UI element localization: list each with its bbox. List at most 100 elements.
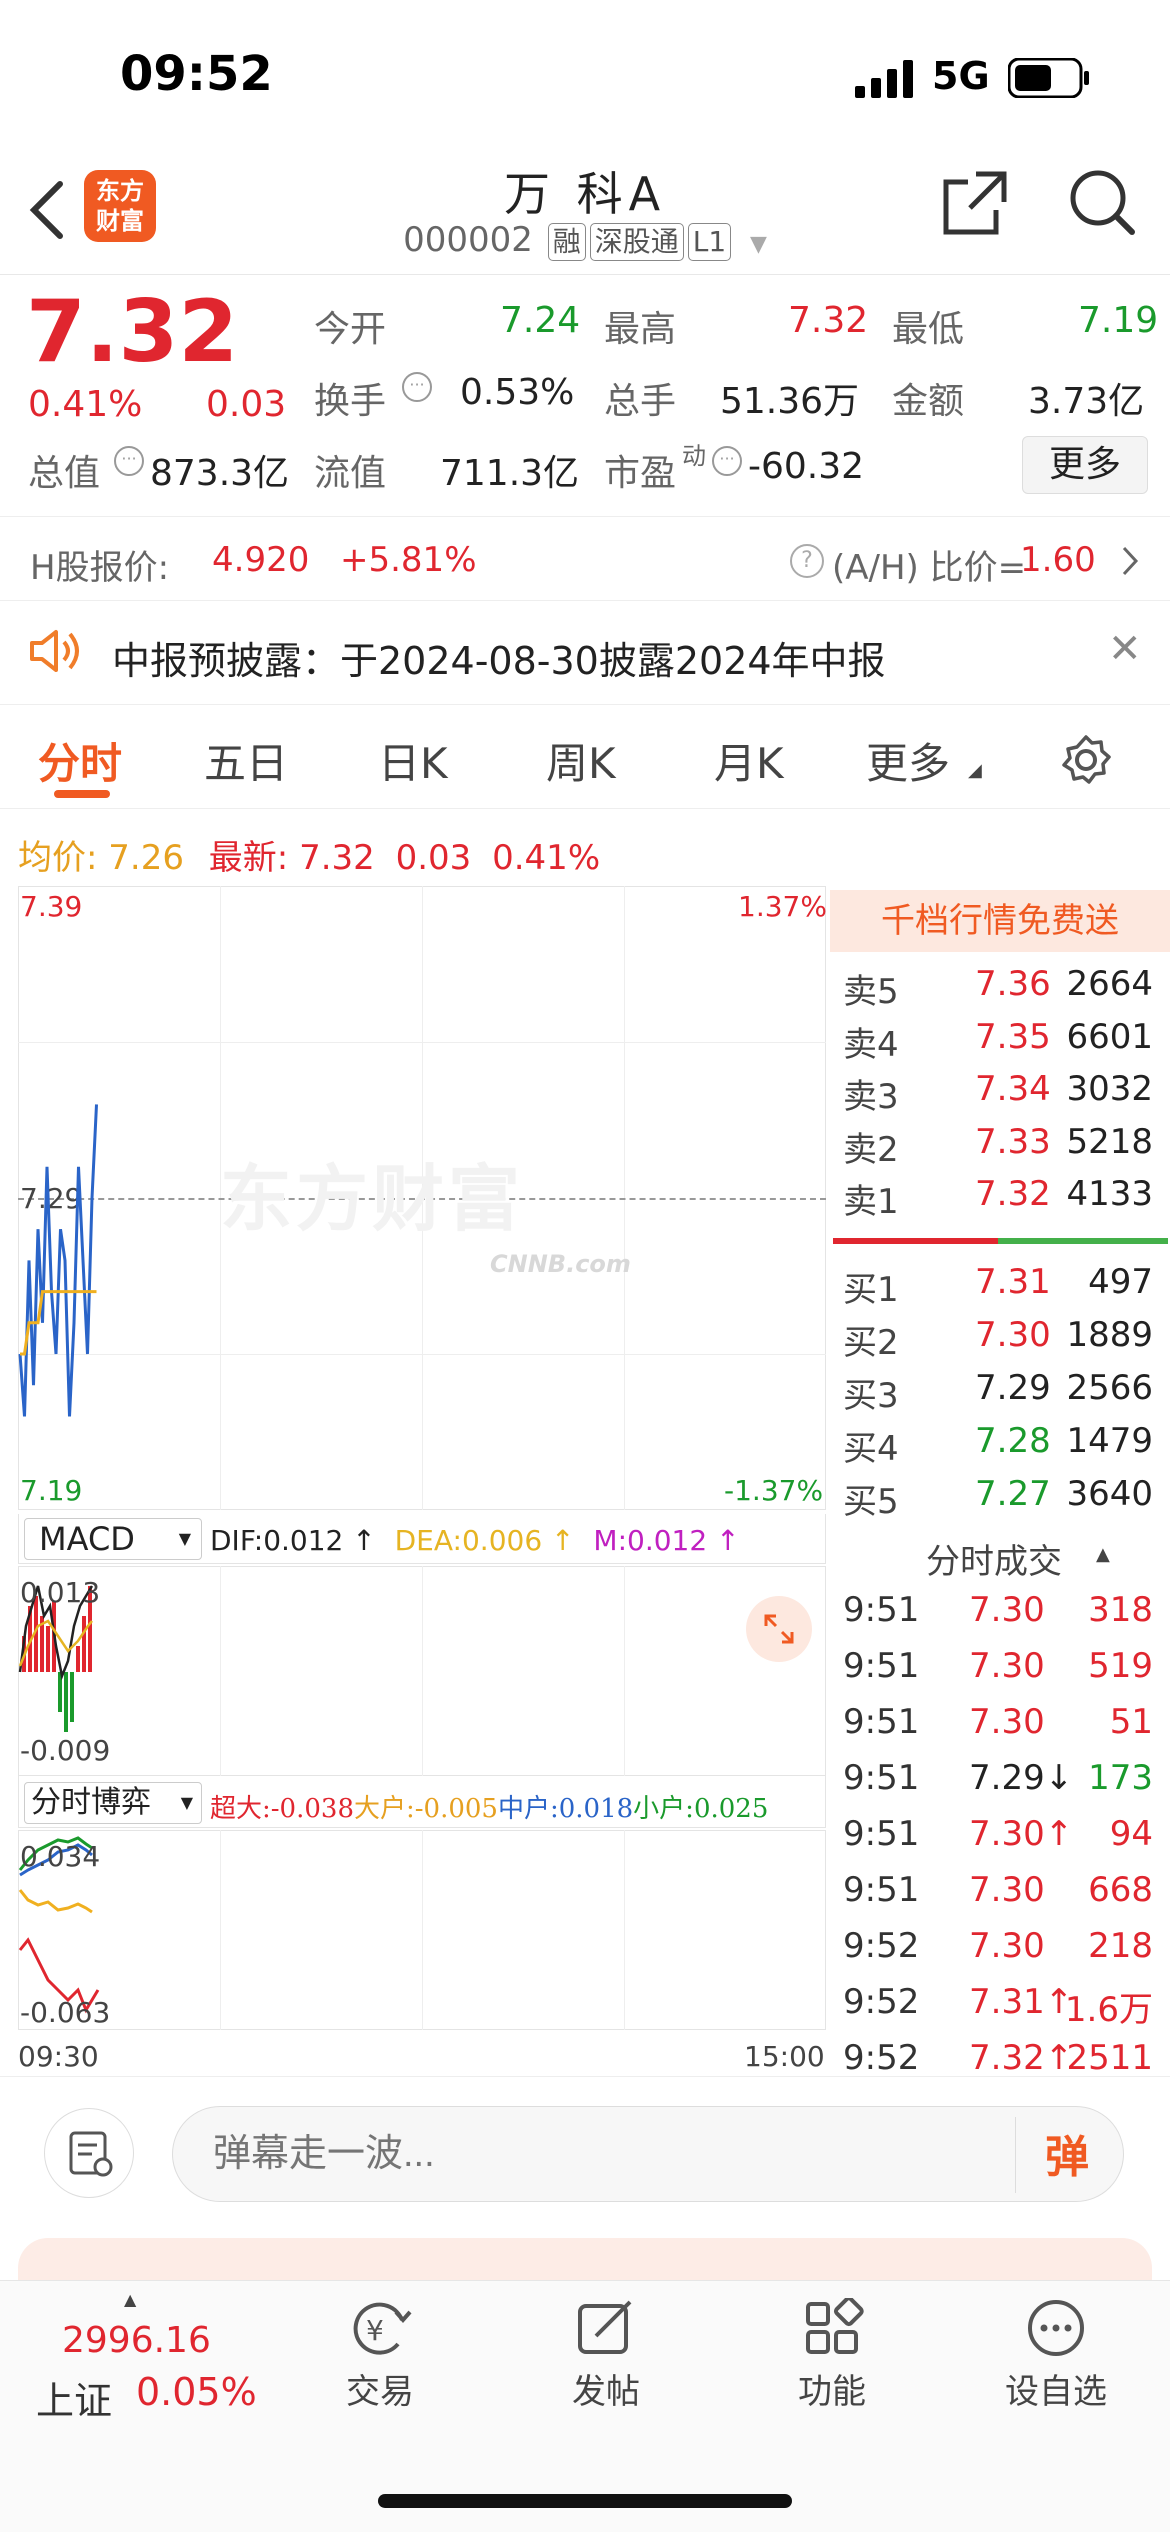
amount-label: 金额	[892, 381, 965, 422]
trade-time: 9:51	[843, 1646, 920, 1686]
notes-button[interactable]	[44, 2108, 134, 2198]
super-value: -0.038	[270, 1794, 354, 1824]
dea-value: 0.006 ↑	[461, 1524, 575, 1557]
chevron-down-icon: ▼	[178, 1529, 191, 1548]
status-time: 09:52	[120, 46, 273, 102]
close-icon[interactable]: ✕	[1108, 626, 1142, 672]
chevron-up-icon[interactable]: ▲	[1096, 1544, 1110, 1565]
trade-price: 7.30	[969, 1646, 1045, 1686]
trade-time: 9:51	[843, 1590, 920, 1630]
info-icon[interactable]: ···	[402, 372, 432, 402]
super-label: 超大:	[210, 1794, 271, 1824]
danmaku-input[interactable]	[213, 2125, 973, 2183]
send-danmaku-button[interactable]: 弹	[1045, 2121, 1089, 2185]
gear-icon[interactable]	[1060, 734, 1112, 786]
trade-row: 9:51 7.30 51	[843, 1702, 1163, 1758]
orderbook-label: 买3	[843, 1376, 899, 1416]
orderbook-label: 买5	[843, 1482, 899, 1522]
small-label: 小户:	[633, 1794, 694, 1824]
danmaku-input-wrap[interactable]: 弹	[172, 2106, 1124, 2202]
avg-value: 7.26	[108, 838, 184, 878]
orderbook-vol: 4133	[1066, 1174, 1153, 1214]
info-icon[interactable]: ···	[712, 446, 742, 476]
battery-icon	[1008, 58, 1089, 98]
stock-header: 东方 财富 万 科A 000002 融深股通 L1 ▼	[0, 150, 1170, 275]
latest-label: 最新:	[208, 838, 289, 878]
index-pct: 0.05%	[136, 2370, 257, 2414]
orderbook-label: 卖1	[843, 1182, 899, 1222]
ask-depth-bar	[833, 1238, 998, 1244]
ask-row[interactable]: 卖4 7.35 6601	[843, 1017, 1163, 1069]
ah-ratio-label: (A/H) 比价=	[832, 548, 1027, 588]
orderbook-price: 7.30	[975, 1315, 1051, 1355]
stock-code: 000002	[403, 220, 533, 260]
macd-selector[interactable]: MACD ▼	[24, 1518, 202, 1560]
divider	[0, 704, 1170, 705]
more-button[interactable]: 更多	[1022, 436, 1148, 494]
tab-5day[interactable]: 五日	[204, 730, 288, 791]
trade-price: 7.31↑	[969, 1982, 1074, 2022]
info-icon[interactable]: ···	[114, 446, 144, 476]
latest-change-pct: 0.41%	[492, 838, 601, 878]
trade-icon: ¥	[353, 2302, 412, 2355]
orderbook-vol: 497	[1088, 1262, 1153, 1302]
more-dots-icon	[1028, 2300, 1084, 2356]
orderbook-vol: 1889	[1066, 1315, 1153, 1355]
trade-price: 7.29↓	[969, 1758, 1074, 1798]
bid-row[interactable]: 买3 7.29 2566	[843, 1368, 1163, 1420]
expand-button[interactable]	[746, 1596, 812, 1662]
nav-watchlist-label: 设自选	[1005, 2372, 1107, 2412]
bid-row[interactable]: 买2 7.30 1889	[843, 1315, 1163, 1367]
chevron-right-icon	[1122, 546, 1139, 576]
mktcap-value: 873.3亿	[150, 453, 290, 494]
notice-text: 中报预披露：于2024-08-30披露2024年中报	[112, 639, 886, 683]
nav-functions[interactable]: 功能	[752, 2298, 912, 2413]
ask-row[interactable]: 卖3 7.34 3032	[843, 1069, 1163, 1121]
trade-price: 7.30↑	[969, 1814, 1074, 1854]
tab-weekly[interactable]: 周K	[546, 730, 616, 791]
ask-row[interactable]: 卖1 7.32 4133	[843, 1174, 1163, 1226]
ask-row[interactable]: 卖2 7.33 5218	[843, 1122, 1163, 1174]
trade-vol: 173	[1088, 1758, 1153, 1798]
small-value: 0.025	[693, 1794, 769, 1824]
tab-monthly[interactable]: 月K	[714, 730, 784, 791]
macd-values: DIF:0.012 ↑ DEA:0.006 ↑ M:0.012 ↑	[210, 1524, 740, 1557]
help-icon[interactable]: ?	[790, 544, 824, 578]
dif-label: DIF:	[210, 1524, 264, 1557]
trade-time: 9:52	[843, 1926, 920, 1966]
pe-value: -60.32	[748, 446, 865, 487]
chevron-down-icon: ▼	[749, 232, 767, 257]
search-icon[interactable]	[1068, 168, 1138, 240]
bid-row[interactable]: 买4 7.28 1479	[843, 1421, 1163, 1473]
trade-time: 9:51	[843, 1814, 920, 1854]
nav-trade-label: 交易	[346, 2372, 414, 2412]
nav-post[interactable]: 发帖	[526, 2298, 686, 2413]
trade-price: 7.30	[969, 1702, 1045, 1742]
orderbook-price: 7.32	[975, 1174, 1051, 1214]
tab-daily[interactable]: 日K	[378, 730, 448, 791]
hshare-label: H股报价:	[30, 548, 170, 588]
nav-watchlist[interactable]: 设自选	[976, 2298, 1136, 2413]
index-value: 2996.16	[62, 2320, 211, 2361]
tag-level: L1	[687, 223, 732, 261]
bid-row[interactable]: 买5 7.27 3640	[843, 1474, 1163, 1526]
apps-icon	[806, 2298, 864, 2354]
edit-icon	[578, 2300, 632, 2354]
nav-post-label: 发帖	[572, 2372, 640, 2412]
tab-intraday[interactable]: 分时	[38, 730, 122, 791]
promo-banner[interactable]: 千档行情免费送	[830, 890, 1170, 952]
ask-row[interactable]: 卖5 7.36 2664	[843, 964, 1163, 1016]
capital-selector[interactable]: 分时博弈 ▼	[24, 1782, 202, 1824]
trade-price: 7.30	[969, 1590, 1045, 1630]
trade-vol: 668	[1088, 1870, 1153, 1910]
share-icon[interactable]	[940, 168, 1010, 238]
tab-more[interactable]: 更多	[866, 730, 950, 791]
nav-trade[interactable]: ¥ 交易	[300, 2298, 460, 2413]
low-label: 最低	[892, 309, 965, 350]
orderbook-vol: 5218	[1066, 1121, 1153, 1162]
chevron-up-icon: ▲	[124, 2290, 137, 2309]
trade-time: 9:52	[843, 2038, 920, 2078]
bid-row[interactable]: 买1 7.31 497	[843, 1262, 1163, 1314]
pe-superscript: 动	[682, 442, 706, 470]
index-name: 上证	[36, 2379, 113, 2423]
